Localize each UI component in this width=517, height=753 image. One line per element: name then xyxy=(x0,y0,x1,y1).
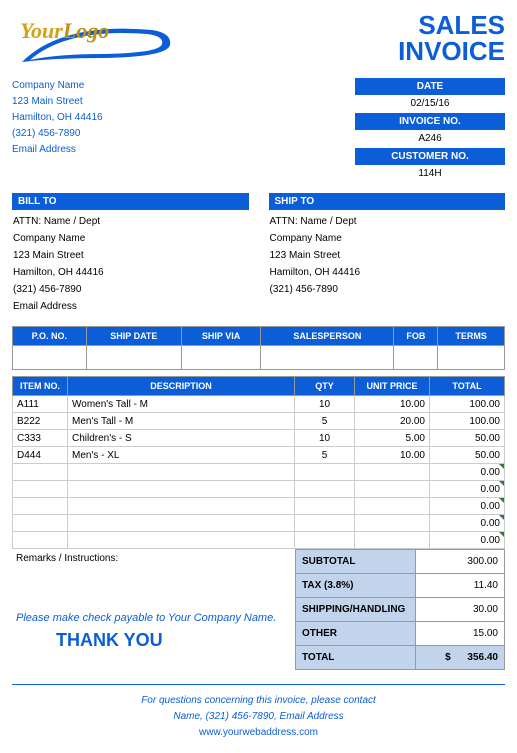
item-row-empty: 0.00 xyxy=(13,498,505,515)
customer-no-label: CUSTOMER NO. xyxy=(355,148,505,165)
total-label: TOTAL xyxy=(296,646,416,670)
salesperson-header: SALESPERSON xyxy=(261,327,394,346)
other-label: OTHER xyxy=(296,622,416,646)
footer-line1: For questions concerning this invoice, p… xyxy=(12,693,505,709)
item-row: D444Men's - XL510.0050.00 xyxy=(13,447,505,464)
remarks-label: Remarks / Instructions: xyxy=(16,553,291,564)
itemno-header: ITEM NO. xyxy=(13,377,68,396)
company-street: 123 Main Street xyxy=(12,94,103,110)
item-desc: Women's Tall - M xyxy=(68,396,295,413)
item-total: 100.00 xyxy=(430,413,505,430)
item-total: 100.00 xyxy=(430,396,505,413)
items-table: ITEM NO. DESCRIPTION QTY UNIT PRICE TOTA… xyxy=(12,376,505,549)
item-qty: 5 xyxy=(295,447,355,464)
shipping-value: 30.00 xyxy=(416,598,505,622)
date-label: DATE xyxy=(355,78,505,95)
company-info: Company Name 123 Main Street Hamilton, O… xyxy=(12,78,103,183)
shipdate-header: SHIP DATE xyxy=(86,327,181,346)
item-row-empty: 0.00 xyxy=(13,532,505,549)
subtotal-label: SUBTOTAL xyxy=(296,550,416,574)
item-total: 50.00 xyxy=(430,430,505,447)
item-desc: Children's - S xyxy=(68,430,295,447)
invoice-no-label: INVOICE NO. xyxy=(355,113,505,130)
date-value: 02/15/16 xyxy=(355,95,505,113)
item-unit: 5.00 xyxy=(355,430,430,447)
fob-header: FOB xyxy=(394,327,438,346)
ship-to-block: SHIP TO ATTN: Name / Dept Company Name 1… xyxy=(269,193,506,318)
billto-citystate: Hamilton, OH 44416 xyxy=(13,264,248,281)
billto-email: Email Address xyxy=(13,298,248,315)
logo: YourLogo xyxy=(12,12,182,74)
item-row-empty: 0.00 xyxy=(13,481,505,498)
item-row: A111Women's Tall - M1010.00100.00 xyxy=(13,396,505,413)
terms-header: TERMS xyxy=(438,327,505,346)
tax-label: TAX (3.8%) xyxy=(296,574,416,598)
company-phone: (321) 456-7890 xyxy=(12,126,103,142)
item-qty: 10 xyxy=(295,396,355,413)
unit-header: UNIT PRICE xyxy=(355,377,430,396)
shipvia-header: SHIP VIA xyxy=(181,327,260,346)
item-qty: 10 xyxy=(295,430,355,447)
shipto-attn: ATTN: Name / Dept xyxy=(270,213,505,230)
item-desc: Men's - XL xyxy=(68,447,295,464)
shipping-table: P.O. NO. SHIP DATE SHIP VIA SALESPERSON … xyxy=(12,326,505,370)
item-qty: 5 xyxy=(295,413,355,430)
item-total-empty: 0.00 xyxy=(430,498,505,515)
other-value: 15.00 xyxy=(416,622,505,646)
company-email: Email Address xyxy=(12,142,103,158)
footer-web: www.yourwebaddress.com xyxy=(12,725,505,741)
addresses: BILL TO ATTN: Name / Dept Company Name 1… xyxy=(12,193,505,318)
footer: For questions concerning this invoice, p… xyxy=(12,684,505,741)
item-total-empty: 0.00 xyxy=(430,532,505,549)
payable-text: Please make check payable to Your Compan… xyxy=(16,612,291,624)
total-value: $ 356.40 xyxy=(416,646,505,670)
item-row-empty: 0.00 xyxy=(13,515,505,532)
qty-header: QTY xyxy=(295,377,355,396)
shipping-label: SHIPPING/HANDLING xyxy=(296,598,416,622)
shipto-phone: (321) 456-7890 xyxy=(270,281,505,298)
item-row: C333Children's - S105.0050.00 xyxy=(13,430,505,447)
item-total-empty: 0.00 xyxy=(430,464,505,481)
item-row: B222Men's Tall - M520.00100.00 xyxy=(13,413,505,430)
billto-street: 123 Main Street xyxy=(13,247,248,264)
billto-company: Company Name xyxy=(13,230,248,247)
total-header: TOTAL xyxy=(430,377,505,396)
shipto-street: 123 Main Street xyxy=(270,247,505,264)
item-no: A111 xyxy=(13,396,68,413)
invoice-title: SALES INVOICE xyxy=(398,12,505,64)
ship-to-header: SHIP TO xyxy=(269,193,506,210)
invoice-meta: DATE02/15/16 INVOICE NO.A246 CUSTOMER NO… xyxy=(355,78,505,183)
company-citystate: Hamilton, OH 44416 xyxy=(12,110,103,126)
top-section: Company Name 123 Main Street Hamilton, O… xyxy=(12,78,505,183)
item-no: B222 xyxy=(13,413,68,430)
item-total-empty: 0.00 xyxy=(430,515,505,532)
item-total: 50.00 xyxy=(430,447,505,464)
subtotal-value: 300.00 xyxy=(416,550,505,574)
item-no: C333 xyxy=(13,430,68,447)
item-unit: 20.00 xyxy=(355,413,430,430)
billto-phone: (321) 456-7890 xyxy=(13,281,248,298)
shipping-row xyxy=(13,346,505,370)
tax-value: 11.40 xyxy=(416,574,505,598)
shipto-company: Company Name xyxy=(270,230,505,247)
desc-header: DESCRIPTION xyxy=(68,377,295,396)
item-desc: Men's Tall - M xyxy=(68,413,295,430)
bill-to-block: BILL TO ATTN: Name / Dept Company Name 1… xyxy=(12,193,249,318)
item-unit: 10.00 xyxy=(355,447,430,464)
thank-you: THANK YOU xyxy=(56,630,291,651)
item-unit: 10.00 xyxy=(355,396,430,413)
bottom-section: Remarks / Instructions: Please make chec… xyxy=(12,549,505,670)
item-row-empty: 0.00 xyxy=(13,464,505,481)
totals-table: SUBTOTAL300.00 TAX (3.8%)11.40 SHIPPING/… xyxy=(295,549,505,670)
logo-text: YourLogo xyxy=(20,18,109,44)
header: YourLogo SALES INVOICE xyxy=(12,12,505,74)
shipto-citystate: Hamilton, OH 44416 xyxy=(270,264,505,281)
po-header: P.O. NO. xyxy=(13,327,87,346)
bill-to-header: BILL TO xyxy=(12,193,249,210)
item-total-empty: 0.00 xyxy=(430,481,505,498)
customer-no-value: 114H xyxy=(355,165,505,183)
billto-attn: ATTN: Name / Dept xyxy=(13,213,248,230)
item-no: D444 xyxy=(13,447,68,464)
invoice-no-value: A246 xyxy=(355,130,505,148)
